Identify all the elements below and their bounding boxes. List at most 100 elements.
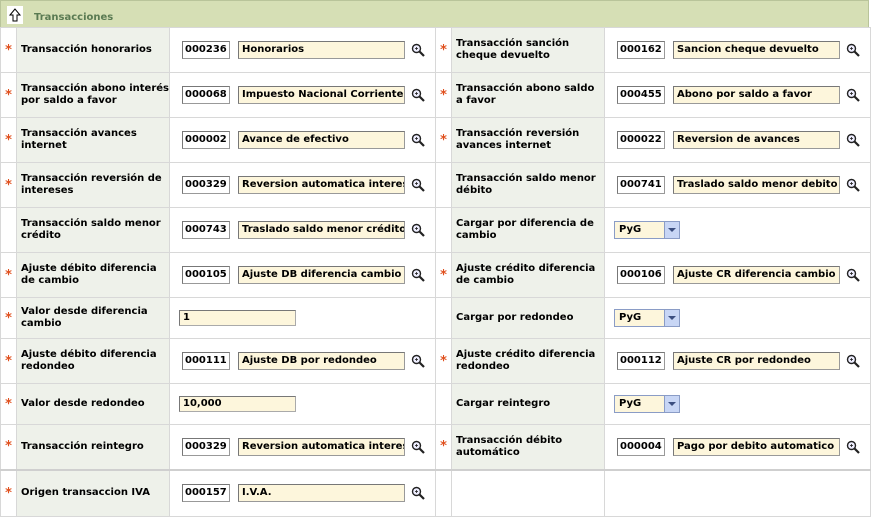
required-cell: * — [0, 252, 17, 298]
field-value-cell: 000002 Avance de efectivo — [169, 117, 436, 163]
description-field: Ajuste DB diferencia cambio — [238, 266, 405, 284]
field-value-cell: PyG — [604, 207, 871, 253]
required-cell — [435, 383, 452, 425]
description-field: Reversion automatica intereses — [238, 437, 405, 456]
search-icon[interactable] — [411, 440, 425, 454]
required-cell — [435, 162, 452, 208]
search-icon[interactable] — [846, 43, 860, 57]
required-marker: * — [5, 132, 12, 148]
required-cell: * — [0, 27, 17, 73]
required-marker: * — [440, 353, 447, 369]
required-marker: * — [5, 353, 12, 369]
search-icon[interactable] — [846, 268, 860, 282]
form-row: * Transacción avances internet 000002 Avanc… — [0, 117, 871, 163]
field-value-cell: PyG — [604, 297, 871, 339]
code-input[interactable]: 000022 — [617, 131, 665, 149]
chevron-down-icon[interactable] — [664, 310, 679, 326]
code-input[interactable]: 000329 — [182, 176, 230, 194]
code-input[interactable]: 000162 — [617, 41, 665, 59]
empty-cell — [451, 468, 605, 517]
field-value-cell: 000236 Honorarios — [169, 27, 436, 73]
field-value-cell: 000162 Sancion cheque devuelto — [604, 27, 871, 73]
field-label: Origen transaccion IVA — [16, 468, 170, 517]
empty-cell — [604, 468, 871, 517]
search-icon[interactable] — [846, 354, 860, 368]
form-row: * Ajuste débito diferencia de cambio 00010… — [0, 252, 871, 298]
search-icon[interactable] — [846, 88, 860, 102]
field-label: Transacción sanción cheque devuelto — [451, 27, 605, 73]
field-label: Ajuste débito diferencia de cambio — [16, 252, 170, 298]
search-icon[interactable] — [411, 223, 425, 237]
field-label: Transacción avances internet — [16, 117, 170, 163]
select-dropdown[interactable]: PyG — [614, 395, 680, 413]
required-cell: * — [0, 424, 17, 470]
code-input[interactable]: 000743 — [182, 221, 230, 239]
field-label: Transacción reversión avances internet — [451, 117, 605, 163]
required-marker: * — [440, 132, 447, 148]
field-value-cell: 000743 Traslado saldo menor crédito — [169, 207, 436, 253]
description-field: Ajuste CR diferencia cambio — [673, 266, 840, 284]
required-marker: * — [440, 42, 447, 58]
search-icon[interactable] — [846, 440, 860, 454]
code-input[interactable]: 000004 — [617, 437, 665, 456]
search-icon[interactable] — [846, 133, 860, 147]
form-row: * Transacción abono interés por saldo a f… — [0, 72, 871, 118]
field-label: Transacción saldo menor débito — [451, 162, 605, 208]
search-icon[interactable] — [411, 133, 425, 147]
form-row: * Valor desde redondeo 10,000 Cargar reinte… — [0, 383, 871, 425]
form-row: Transacción saldo menor crédito 000743 Tra… — [0, 207, 871, 253]
field-label: Transacción saldo menor crédito — [16, 207, 170, 253]
code-input[interactable]: 000068 — [182, 86, 230, 104]
search-icon[interactable] — [411, 268, 425, 282]
code-input[interactable]: 000455 — [617, 86, 665, 104]
value-input[interactable]: 10,000 — [179, 396, 296, 412]
section-title: Transacciones — [34, 12, 114, 23]
search-icon[interactable] — [411, 486, 425, 501]
select-value: PyG — [619, 312, 642, 323]
search-icon[interactable] — [411, 88, 425, 102]
select-value: PyG — [619, 398, 642, 409]
field-label: Cargar por diferencia de cambio — [451, 207, 605, 253]
required-marker: * — [440, 87, 447, 103]
select-dropdown[interactable]: PyG — [614, 309, 680, 327]
search-icon[interactable] — [846, 178, 860, 192]
value-input[interactable]: 1 — [179, 310, 296, 326]
required-marker: * — [440, 439, 447, 455]
code-input[interactable]: 000106 — [617, 266, 665, 284]
code-input[interactable]: 000236 — [182, 41, 230, 59]
field-label: Transacción abono saldo a favor — [451, 72, 605, 118]
code-input[interactable]: 000105 — [182, 266, 230, 284]
description-field: Ajuste CR por redondeo — [673, 352, 840, 370]
chevron-down-icon[interactable] — [664, 222, 679, 238]
code-input[interactable]: 000112 — [617, 352, 665, 370]
collapse-up-icon[interactable] — [7, 6, 23, 24]
required-cell: * — [435, 27, 452, 73]
section-header: Transacciones — [0, 0, 869, 28]
code-input[interactable]: 000741 — [617, 176, 665, 194]
field-label: Transacción reversión de intereses — [16, 162, 170, 208]
description-field: Traslado saldo menor crédito — [238, 221, 405, 239]
chevron-down-icon[interactable] — [664, 396, 679, 412]
code-input[interactable]: 000329 — [182, 437, 230, 456]
code-input[interactable]: 000111 — [182, 352, 230, 370]
code-input[interactable]: 000002 — [182, 131, 230, 149]
form-row: * Ajuste débito diferencia redondeo 000111… — [0, 338, 871, 384]
field-value-cell: 000329 Reversion automatica intereses — [169, 424, 436, 470]
empty-cell — [435, 468, 452, 517]
field-label: Valor desde diferencia cambio — [16, 297, 170, 339]
required-cell: * — [0, 117, 17, 163]
search-icon[interactable] — [411, 43, 425, 57]
search-icon[interactable] — [411, 354, 425, 368]
field-label: Ajuste débito diferencia redondeo — [16, 338, 170, 384]
required-marker: * — [5, 177, 12, 193]
required-marker: * — [5, 310, 12, 326]
select-dropdown[interactable]: PyG — [614, 221, 680, 239]
search-icon[interactable] — [411, 178, 425, 192]
description-field: Ajuste DB por redondeo — [238, 352, 405, 370]
description-field: I.V.A. — [238, 484, 405, 503]
form-row: * Valor desde diferencia cambio 1 Cargar po… — [0, 297, 871, 339]
field-label: Cargar reintegro — [451, 383, 605, 425]
code-input[interactable]: 000157 — [182, 484, 230, 503]
required-cell: * — [0, 297, 17, 339]
description-field: Traslado saldo menor debito — [673, 176, 840, 194]
